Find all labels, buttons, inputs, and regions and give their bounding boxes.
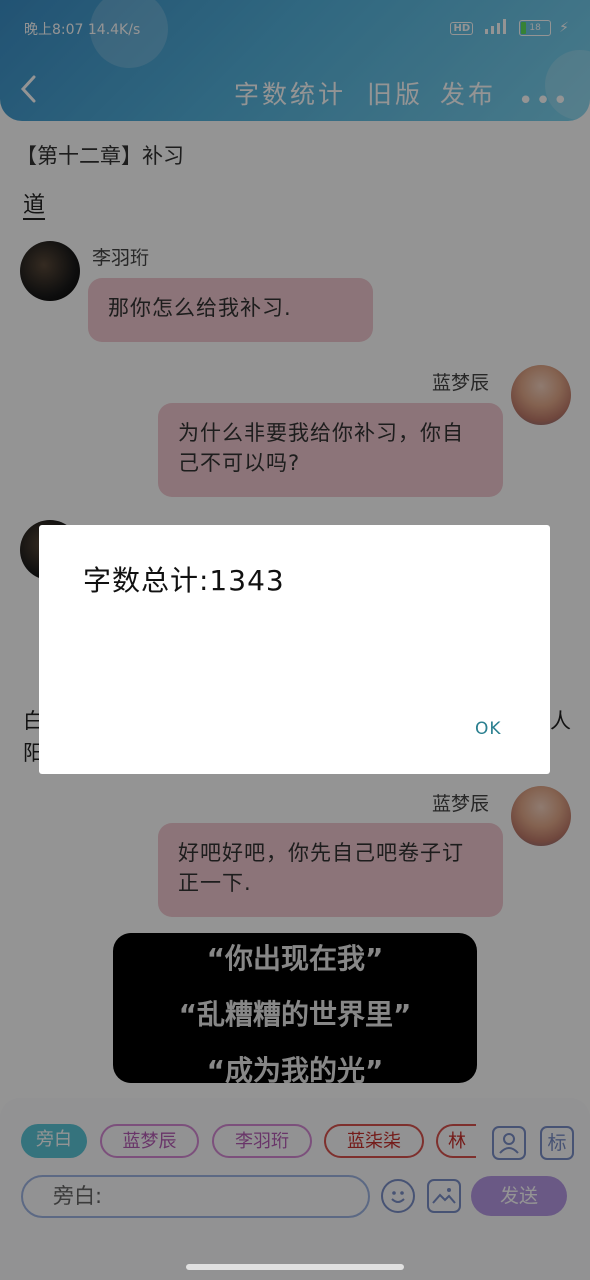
ok-button[interactable]: OK <box>475 719 502 739</box>
dialog-message: 字数总计:1343 <box>83 564 285 597</box>
word-count-dialog: 字数总计:1343 OK <box>39 525 550 774</box>
home-indicator[interactable] <box>186 1264 404 1270</box>
